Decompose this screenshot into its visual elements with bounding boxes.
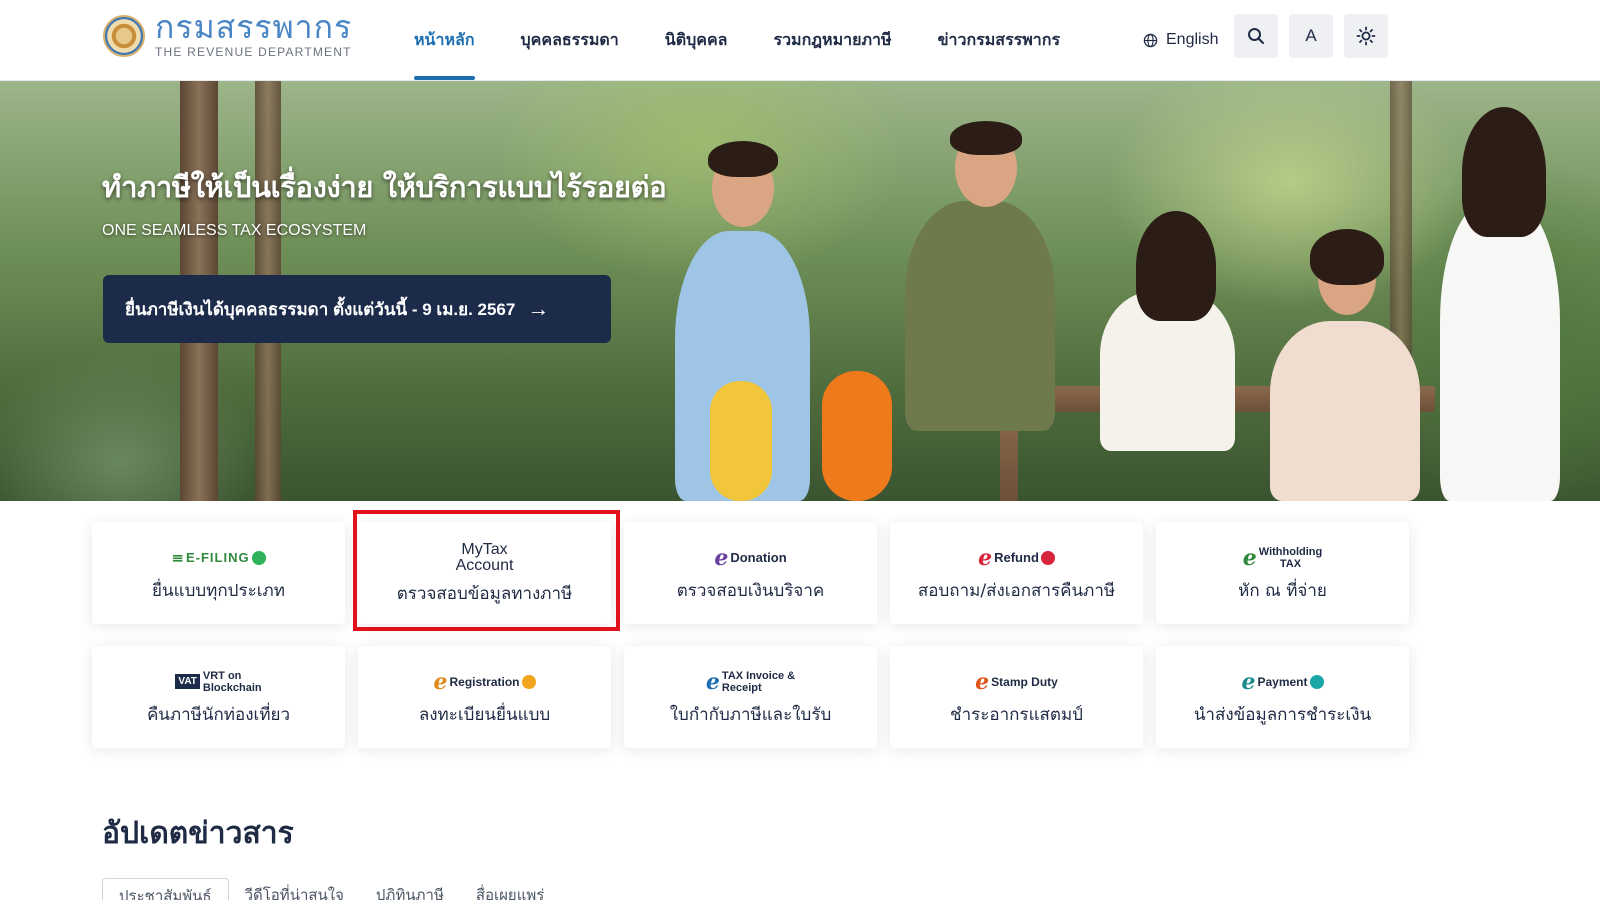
service-card-e-withholding-tax[interactable]: e Withholding TAX หัก ณ ที่จ่าย — [1156, 522, 1409, 624]
hero-title: ทำภาษีให้เป็นเรื่องง่าย ให้บริการแบบไร้ร… — [102, 170, 667, 204]
service-label: ชำระอากรแสตมป์ — [950, 704, 1083, 725]
service-card-e-stamp-duty[interactable]: e Stamp Duty ชำระอากรแสตมป์ — [890, 646, 1143, 748]
language-switch[interactable]: English — [1143, 22, 1218, 58]
logo-text: กรมสรรพากร THE REVENUE DEPARTMENT — [155, 8, 353, 59]
site-header: กรมสรรพากร THE REVENUE DEPARTMENT หน้าหล… — [0, 0, 1600, 81]
e-tax-invoice-logo: e TAX Invoice & Receipt — [705, 668, 796, 695]
service-label: คืนภาษีนักท่องเที่ยว — [146, 704, 291, 725]
theme-toggle-button[interactable] — [1344, 14, 1388, 58]
person-hair — [708, 141, 778, 177]
file-income-tax-button[interactable]: ยื่นภาษีเงินได้บุคคลธรรมดา ตั้งแต่วันนี้… — [103, 275, 611, 343]
e-refund-logo: e Refund — [978, 543, 1055, 573]
news-section-title: อัปเดตข่าวสาร — [102, 816, 294, 851]
tab-publications[interactable]: สื่อเผยแพร่ — [460, 878, 560, 900]
nav-home[interactable]: หน้าหลัก — [414, 0, 475, 80]
search-button[interactable] — [1234, 14, 1278, 58]
main-nav: หน้าหลัก บุคคลธรรมดา นิติบุคคล รวมกฎหมาย… — [414, 0, 1106, 80]
logo-english-name: THE REVENUE DEPARTMENT — [155, 45, 352, 59]
department-seal-icon — [103, 14, 145, 57]
cta-label: ยื่นภาษีเงินได้บุคคลธรรมดา ตั้งแต่วันนี้… — [125, 299, 516, 319]
nav-tax-law[interactable]: รวมกฎหมายภาษี — [773, 0, 891, 80]
service-label: สอบถาม/ส่งเอกสารคืนภาษี — [917, 580, 1116, 601]
person-figure — [1440, 201, 1560, 501]
e-withholding-tax-logo: e Withholding TAX — [1242, 544, 1323, 571]
nav-juristic[interactable]: นิติบุคคล — [665, 0, 728, 80]
tab-videos[interactable]: วีดีโอที่น่าสนใจ — [229, 878, 360, 900]
hero-banner: ทำภาษีให้เป็นเรื่องง่าย ให้บริการแบบไร้ร… — [0, 81, 1600, 501]
service-card-e-payment[interactable]: e Payment นำส่งข้อมูลการชำระเงิน — [1156, 646, 1409, 748]
e-payment-logo: e Payment — [1241, 667, 1324, 697]
arrow-right-icon: → — [527, 296, 550, 321]
service-card-e-refund[interactable]: e Refund สอบถาม/ส่งเอกสารคืนภาษี — [890, 522, 1143, 624]
vrt-blockchain-logo: VAT VRT on Blockchain — [175, 667, 262, 697]
skateboard-decoration — [822, 371, 892, 501]
font-size-button[interactable]: A — [1289, 14, 1333, 58]
service-card-e-donation[interactable]: e Donation ตรวจสอบเงินบริจาค — [624, 522, 877, 624]
e-filing-logo: ≡ E-FILING — [171, 543, 266, 573]
search-icon — [1248, 28, 1264, 44]
globe-icon — [1143, 33, 1158, 47]
person-figure — [905, 201, 1055, 431]
service-label: ตรวจสอบเงินบริจาค — [676, 580, 825, 601]
service-card-e-tax-invoice[interactable]: e TAX Invoice & Receipt ใบกำกับภาษีและใบร… — [624, 646, 877, 748]
service-card-mytax-account[interactable]: MyTax Account ตรวจสอบข้อมูลทางภาษี — [358, 522, 611, 624]
e-stamp-duty-logo: e Stamp Duty — [975, 668, 1058, 695]
skateboard-decoration — [710, 381, 772, 501]
revenue-department-logo[interactable]: กรมสรรพากร THE REVENUE DEPARTMENT — [103, 8, 353, 59]
logo-thai-name: กรมสรรพากร — [155, 8, 353, 46]
person-hair — [1136, 211, 1216, 321]
person-hair — [950, 121, 1022, 155]
service-card-e-registration[interactable]: e Registration ลงทะเบียนยื่นแบบ — [358, 646, 611, 748]
service-label: นำส่งข้อมูลการชำระเงิน — [1193, 704, 1372, 725]
service-label: ตรวจสอบข้อมูลทางภาษี — [396, 583, 573, 604]
e-registration-logo: e Registration — [433, 667, 536, 697]
news-tabs: ประชาสัมพันธ์ วีดีโอที่น่าสนใจ ปฏิทินภาษ… — [102, 878, 560, 900]
service-card-e-filing[interactable]: ≡ E-FILING ยื่นแบบทุกประเภท — [92, 522, 345, 624]
service-label: ใบกำกับภาษีและใบรับ — [669, 704, 832, 725]
sun-icon — [1356, 26, 1376, 46]
tab-tax-calendar[interactable]: ปฏิทินภาษี — [360, 878, 460, 900]
person-hair — [1310, 229, 1384, 285]
language-label: English — [1166, 31, 1219, 48]
service-label: หัก ณ ที่จ่าย — [1238, 580, 1327, 601]
service-card-vrt-blockchain[interactable]: VAT VRT on Blockchain คืนภาษีนักท่องเที่ย… — [92, 646, 345, 748]
nav-news[interactable]: ข่าวกรมสรรพากร — [938, 0, 1061, 80]
tab-announcements[interactable]: ประชาสัมพันธ์ — [102, 878, 229, 900]
person-hair — [1462, 107, 1546, 237]
service-label: ยื่นแบบทุกประเภท — [152, 580, 285, 601]
hero-subtitle: ONE SEAMLESS TAX ECOSYSTEM — [102, 222, 367, 239]
service-label: ลงทะเบียนยื่นแบบ — [418, 704, 551, 725]
e-donation-logo: e Donation — [714, 544, 787, 571]
mytax-account-logo: MyTax Account — [455, 540, 514, 574]
person-figure — [1270, 321, 1420, 501]
nav-individual[interactable]: บุคคลธรรมดา — [521, 0, 619, 80]
